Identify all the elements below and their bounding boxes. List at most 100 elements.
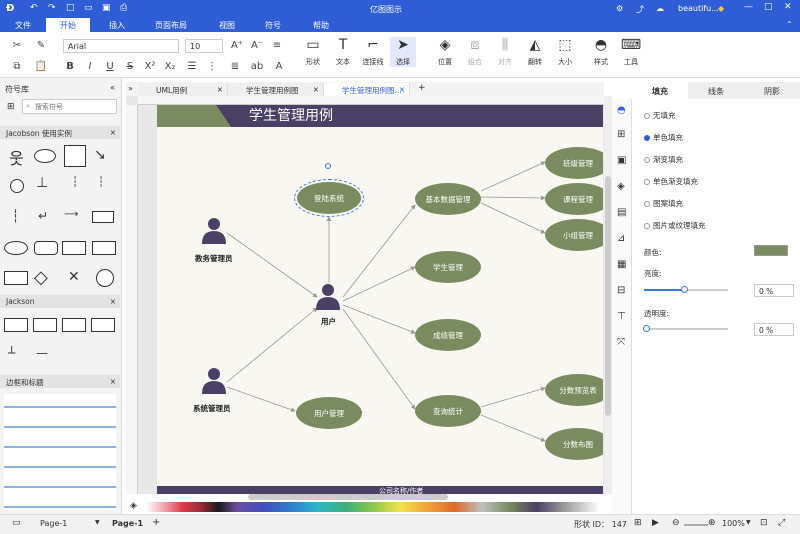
- rotate-handle[interactable]: [325, 163, 331, 169]
- radio-solid-gradient-fill[interactable]: 单色渐变填充: [644, 176, 698, 187]
- lifeline-shape[interactable]: ┆: [12, 209, 19, 223]
- superscript-icon[interactable]: X²: [143, 60, 157, 74]
- list-icon[interactable]: ☰: [185, 60, 199, 74]
- actor-label[interactable]: 系统管理员: [193, 403, 231, 414]
- fill-panel-icon[interactable]: ◓: [617, 105, 626, 116]
- brightness-thumb[interactable]: [681, 286, 688, 293]
- diamond-shape[interactable]: ◇: [34, 267, 48, 288]
- open-folder-icon[interactable]: ▭: [84, 3, 93, 13]
- position-button[interactable]: ◈ 位置: [432, 37, 458, 67]
- menu-page-layout[interactable]: 页面布局: [148, 20, 194, 31]
- edge[interactable]: [480, 202, 546, 234]
- edge[interactable]: [480, 414, 546, 442]
- usecase-group[interactable]: 小组管理: [545, 219, 603, 251]
- color-palette[interactable]: ◈: [126, 500, 604, 514]
- library-section-jacobson[interactable]: Jacobson 使用实例 ×: [0, 126, 120, 139]
- print-icon[interactable]: ⎙: [120, 3, 127, 13]
- chart-panel-icon[interactable]: ⊿: [617, 233, 625, 244]
- border-title-shapes[interactable]: [4, 394, 116, 510]
- edge[interactable]: [226, 386, 296, 412]
- subscript-icon[interactable]: X₂: [163, 60, 177, 74]
- vertical-scrollbar[interactable]: [604, 96, 612, 494]
- dependency-shape[interactable]: ┆: [72, 177, 78, 188]
- actor-user-icon[interactable]: [315, 283, 341, 311]
- menu-file[interactable]: 文件: [10, 20, 36, 31]
- align-button[interactable]: ⫼ 对齐: [492, 37, 518, 67]
- hierarchy-panel-icon[interactable]: ⊟: [617, 285, 625, 296]
- strikethrough-icon[interactable]: S: [123, 60, 137, 74]
- page-select[interactable]: Page-1: [40, 519, 67, 528]
- association-shape[interactable]: ↘: [94, 147, 106, 163]
- copy-icon[interactable]: ⧉: [10, 60, 24, 74]
- library-manage-icon[interactable]: ⊞: [7, 102, 15, 112]
- jackson-line-1[interactable]: ┴: [8, 346, 15, 360]
- grid-panel-icon[interactable]: ⊞: [617, 129, 625, 140]
- rounded-rect-shape[interactable]: [34, 241, 58, 255]
- user-name[interactable]: beautifu...: [678, 4, 719, 13]
- tools-button[interactable]: ⌨ 工具: [618, 37, 644, 67]
- jackson-box-3[interactable]: [62, 318, 86, 332]
- actor-label[interactable]: 用户: [321, 316, 336, 327]
- close-section-icon[interactable]: ×: [110, 377, 116, 386]
- edge[interactable]: [226, 307, 318, 383]
- library-section-jackson[interactable]: Jackson ×: [0, 295, 120, 308]
- group-button[interactable]: ⧈ 组合: [462, 37, 488, 67]
- collapse-library-icon[interactable]: «: [110, 83, 115, 92]
- tab-shadow[interactable]: 阴影: [744, 82, 800, 99]
- edge[interactable]: [480, 161, 546, 192]
- box-shape[interactable]: [92, 211, 114, 223]
- actor-system-admin-icon[interactable]: [201, 367, 227, 395]
- transparency-slider[interactable]: [643, 325, 728, 332]
- fullscreen-icon[interactable]: ⤢: [778, 518, 785, 528]
- usecase-score-preview[interactable]: 分数预览表: [545, 374, 603, 406]
- close-tab-icon[interactable]: ×: [399, 85, 405, 94]
- settings-icon[interactable]: ⚙: [616, 4, 623, 13]
- edge[interactable]: [480, 195, 546, 201]
- table-panel-icon[interactable]: ▦: [617, 259, 626, 270]
- message-shape[interactable]: ⟶: [64, 209, 78, 220]
- usecase-score-chart[interactable]: 分数布图: [545, 428, 603, 460]
- zoom-slider[interactable]: [684, 524, 708, 526]
- tab-line[interactable]: 线条: [688, 82, 744, 99]
- fill-bucket-icon[interactable]: ◈: [130, 501, 137, 511]
- brightness-slider[interactable]: [644, 286, 728, 293]
- radio-pattern-fill[interactable]: 图案填充: [644, 198, 683, 209]
- play-icon[interactable]: ▶: [652, 518, 659, 528]
- edge[interactable]: [226, 232, 318, 298]
- text-button[interactable]: T 文本: [330, 37, 356, 67]
- font-color-icon[interactable]: ab: [250, 60, 264, 74]
- menu-home[interactable]: 开始: [46, 18, 90, 32]
- page-tab[interactable]: Page-1: [112, 519, 143, 528]
- actor-shape[interactable]: 웃: [9, 145, 24, 169]
- menu-insert[interactable]: 插入: [104, 20, 130, 31]
- close-tab-icon[interactable]: ×: [217, 85, 223, 94]
- close-section-icon[interactable]: ×: [110, 128, 116, 137]
- paste-icon[interactable]: 📋: [34, 60, 48, 74]
- tab-student-mgmt[interactable]: 学生管理用例图 ×: [228, 83, 324, 96]
- maximize-icon[interactable]: □: [764, 2, 773, 12]
- jackson-box-2[interactable]: [33, 318, 57, 332]
- tab-uml[interactable]: UML用例 ×: [138, 83, 228, 96]
- usecase-login[interactable]: 登陆系统: [294, 179, 364, 217]
- return-shape[interactable]: ↵: [38, 209, 48, 223]
- italic-icon[interactable]: I: [83, 60, 97, 74]
- bullet-list-icon[interactable]: ⋮: [205, 60, 219, 74]
- jackson-box-4[interactable]: [91, 318, 115, 332]
- usecase-course[interactable]: 课程管理: [545, 183, 603, 215]
- fit-window-icon[interactable]: ⊡: [760, 518, 768, 528]
- collapse-ribbon-icon[interactable]: ⌃: [786, 20, 793, 29]
- layers-panel-icon[interactable]: ◈: [617, 181, 625, 192]
- usecase-class[interactable]: 班级管理: [545, 147, 603, 179]
- jackson-box-1[interactable]: [4, 318, 28, 332]
- link-shape[interactable]: ┆: [98, 177, 104, 188]
- text-highlight-icon[interactable]: A: [272, 60, 286, 74]
- size-button[interactable]: ⬚ 大小: [552, 37, 578, 67]
- select-button[interactable]: ➤ 选择: [390, 37, 416, 67]
- jackson-line-2[interactable]: —: [36, 346, 48, 360]
- usecase-basic-data[interactable]: 基本数据管理: [415, 183, 481, 215]
- bold-icon[interactable]: B: [63, 60, 77, 74]
- undo-icon[interactable]: ↶: [30, 3, 38, 13]
- chevron-down-icon[interactable]: ▼: [95, 519, 100, 526]
- format-panel-icon[interactable]: ⊤: [617, 311, 626, 322]
- menu-view[interactable]: 视图: [214, 20, 240, 31]
